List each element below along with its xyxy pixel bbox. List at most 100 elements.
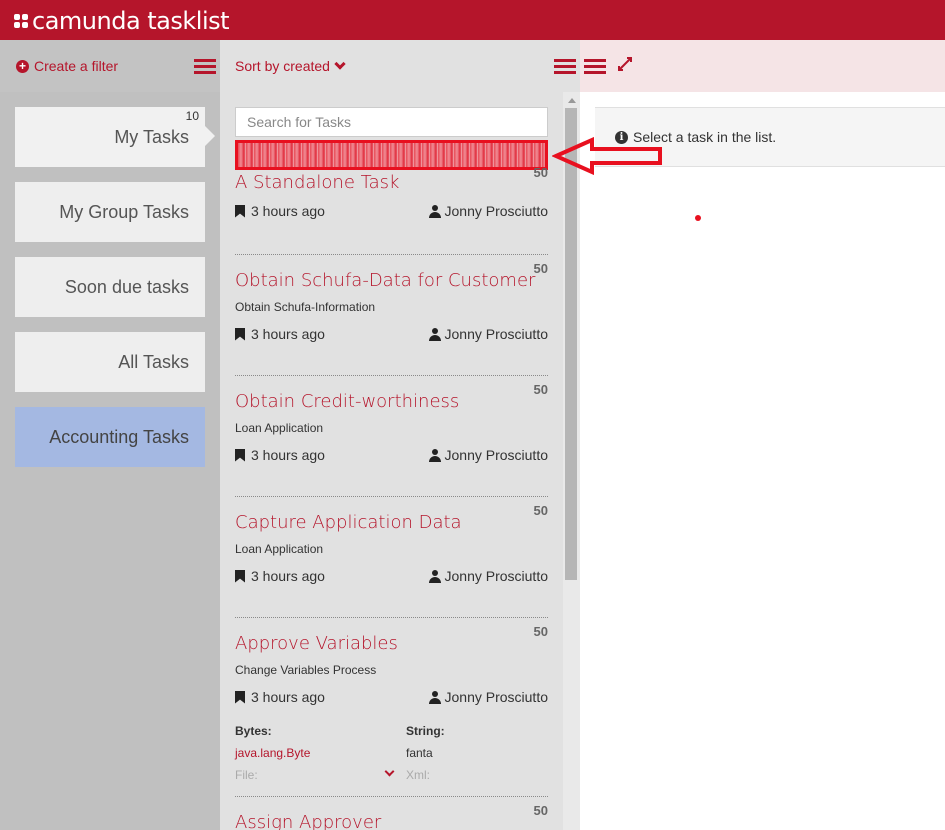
task-item[interactable]: 50 Approve Variables Change Variables Pr…	[235, 624, 548, 705]
create-filter-link[interactable]: + Create a filter	[16, 58, 118, 74]
task-priority: 50	[533, 261, 548, 276]
chevron-down-icon	[334, 57, 346, 70]
task-created-text: 3 hours ago	[251, 203, 325, 219]
filter-label: All Tasks	[118, 352, 189, 372]
filter-label: My Group Tasks	[59, 202, 189, 222]
filter-label: Accounting Tasks	[49, 427, 189, 447]
task-created-text: 3 hours ago	[251, 689, 325, 705]
filter-label: My Tasks	[114, 127, 189, 147]
task-process: Obtain Schufa-Information	[235, 300, 376, 314]
annotation-arrow-icon	[552, 137, 662, 175]
task-divider	[235, 796, 548, 797]
redacted-region	[235, 140, 548, 170]
bookmark-icon	[235, 204, 245, 218]
brand[interactable]: camunda tasklist	[14, 7, 230, 35]
create-filter-label: Create a filter	[34, 58, 119, 74]
detail-menu-icon[interactable]	[584, 59, 606, 75]
task-title[interactable]: Capture Application Data	[235, 512, 548, 533]
task-created: 3 hours ago	[235, 203, 325, 219]
list-menu-icon[interactable]	[554, 59, 576, 75]
task-item[interactable]: 50 Obtain Schufa-Data for Customer Obtai…	[235, 261, 548, 342]
bookmark-icon	[235, 327, 245, 341]
task-assignee[interactable]: Jonny Prosciutto	[428, 447, 549, 463]
app-header: camunda tasklist	[0, 0, 945, 40]
user-icon	[428, 327, 441, 341]
filter-my-tasks[interactable]: 10 My Tasks	[15, 107, 205, 167]
task-process: Loan Application	[235, 542, 324, 556]
scroll-up-arrow-icon[interactable]	[568, 98, 576, 103]
task-assignee[interactable]: Jonny Prosciutto	[428, 203, 549, 219]
task-created-text: 3 hours ago	[251, 326, 325, 342]
task-divider	[235, 375, 548, 376]
task-assignee-text: Jonny Prosciutto	[444, 326, 549, 342]
task-item[interactable]: 50 Capture Application Data Loan Applica…	[235, 503, 548, 584]
filter-accounting-tasks[interactable]: Accounting Tasks	[15, 407, 205, 467]
task-created-text: 3 hours ago	[251, 447, 325, 463]
variable-value-link[interactable]: java.lang.Byte	[235, 746, 310, 760]
task-meta: 3 hours ago Jonny Prosciutto	[235, 447, 548, 463]
filter-count-badge: 10	[185, 109, 199, 123]
plus-circle-icon: +	[16, 59, 29, 73]
task-priority: 50	[533, 382, 548, 397]
task-divider	[235, 496, 548, 497]
task-title[interactable]: Obtain Credit-worthiness	[235, 391, 548, 412]
annotation-dot	[695, 215, 701, 221]
task-title[interactable]: Approve Variables	[235, 633, 548, 654]
filter-my-group-tasks[interactable]: My Group Tasks	[15, 182, 205, 242]
filters-header: + Create a filter	[0, 40, 220, 92]
variable-label: Bytes:	[235, 724, 272, 738]
variable-bytes: Bytes: java.lang.Byte File:	[235, 724, 310, 782]
active-filter-pointer	[205, 126, 215, 146]
bookmark-icon	[235, 569, 245, 583]
task-priority: 50	[533, 503, 548, 518]
task-assignee-text: Jonny Prosciutto	[444, 203, 549, 219]
variable-label-faded: File:	[235, 768, 258, 782]
sort-dropdown[interactable]: Sort by created	[235, 57, 346, 74]
sort-label: Sort by created	[235, 58, 330, 74]
task-divider	[235, 254, 548, 255]
filter-label: Soon due tasks	[64, 277, 189, 297]
task-list-header: Sort by created	[220, 40, 580, 92]
filter-soon-due-tasks[interactable]: Soon due tasks	[15, 257, 205, 317]
scrollbar-thumb[interactable]	[565, 108, 577, 580]
task-title[interactable]: Obtain Schufa-Data for Customer	[235, 270, 548, 291]
user-icon	[428, 569, 441, 583]
expand-variables-icon[interactable]	[384, 766, 395, 777]
task-created-text: 3 hours ago	[251, 568, 325, 584]
task-divider	[235, 617, 548, 618]
bookmark-icon	[235, 690, 245, 704]
task-assignee-text: Jonny Prosciutto	[444, 689, 549, 705]
task-title[interactable]: A Standalone Task	[235, 172, 548, 193]
task-created: 3 hours ago	[235, 568, 325, 584]
task-priority: 50	[533, 165, 548, 180]
task-item[interactable]: 50 Assign Approver	[235, 803, 548, 830]
expand-icon[interactable]	[617, 56, 633, 72]
task-priority: 50	[533, 624, 548, 639]
search-input[interactable]: Search for Tasks	[235, 107, 548, 137]
variable-label: String:	[406, 724, 445, 738]
filter-all-tasks[interactable]: All Tasks	[15, 332, 205, 392]
task-meta: 3 hours ago Jonny Prosciutto	[235, 326, 548, 342]
task-title[interactable]: Assign Approver	[235, 812, 548, 830]
task-meta: 3 hours ago Jonny Prosciutto	[235, 689, 548, 705]
task-assignee-text: Jonny Prosciutto	[444, 568, 549, 584]
task-meta: 3 hours ago Jonny Prosciutto	[235, 568, 548, 584]
task-assignee[interactable]: Jonny Prosciutto	[428, 326, 549, 342]
task-assignee[interactable]: Jonny Prosciutto	[428, 568, 549, 584]
task-process: Change Variables Process	[235, 663, 377, 677]
task-item[interactable]: 50 A Standalone Task 3 hours ago Jonny P…	[235, 165, 549, 219]
user-icon	[428, 690, 441, 704]
task-item[interactable]: 50 Obtain Credit-worthiness Loan Applica…	[235, 382, 548, 463]
camunda-logo-icon	[14, 14, 28, 28]
task-list-panel: Sort by created Search for Tasks 50 A St…	[220, 40, 580, 830]
variable-value: fanta	[406, 746, 433, 760]
task-list-scrollbar[interactable]	[563, 92, 580, 830]
task-priority: 50	[533, 803, 548, 818]
task-assignee[interactable]: Jonny Prosciutto	[428, 689, 549, 705]
task-created: 3 hours ago	[235, 326, 325, 342]
filters-menu-icon[interactable]	[194, 59, 216, 75]
task-assignee-text: Jonny Prosciutto	[444, 447, 549, 463]
task-created: 3 hours ago	[235, 689, 325, 705]
filters-panel: + Create a filter 10 My Tasks My Group T…	[0, 40, 220, 830]
task-detail-header	[580, 40, 945, 92]
